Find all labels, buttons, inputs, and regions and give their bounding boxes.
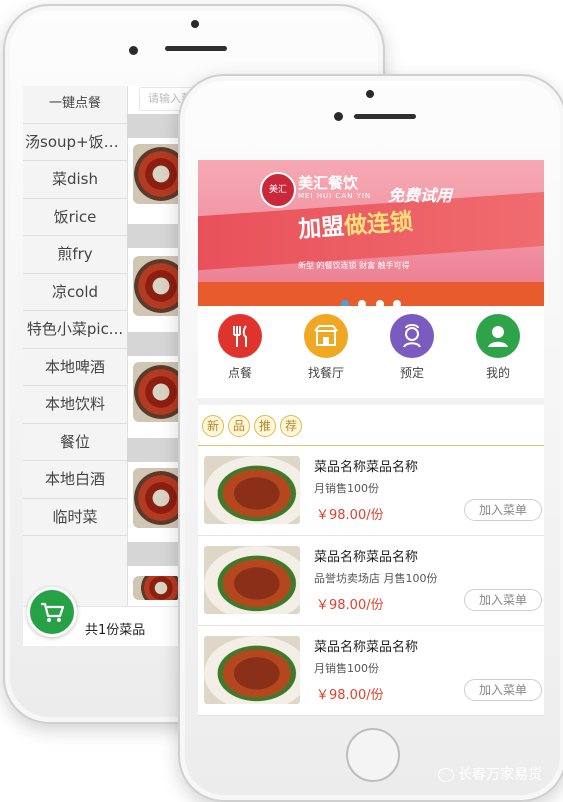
front-phone-screen: 美汇 美汇餐饮 MEI HUI CAN YIN 免费试用 加盟做连锁 新型 的餐… bbox=[198, 160, 544, 716]
front-camera bbox=[334, 112, 343, 121]
nav-find-restaurant[interactable]: 找餐厅 bbox=[286, 314, 366, 381]
dish-price: ￥98.00/份 bbox=[316, 688, 384, 703]
nav-order[interactable]: 点餐 bbox=[200, 314, 280, 381]
fork-knife-icon bbox=[218, 314, 262, 358]
earpiece-speaker bbox=[165, 46, 227, 51]
user-icon bbox=[476, 314, 520, 358]
dish-price: ￥98.00/份 bbox=[316, 598, 384, 613]
category-item[interactable]: 本地啤酒 bbox=[23, 349, 127, 386]
front-camera bbox=[129, 46, 138, 55]
category-item[interactable]: 凉cold bbox=[23, 274, 127, 311]
headline-part1: 加盟 bbox=[297, 213, 346, 243]
category-item[interactable]: 菜dish bbox=[23, 161, 127, 199]
quick-nav: 点餐 找餐厅 预定 我的 bbox=[198, 306, 544, 398]
shopping-cart-icon[interactable] bbox=[27, 587, 77, 637]
sensor-dot bbox=[191, 20, 199, 28]
dish-name: 菜品名称菜品名称 bbox=[314, 460, 419, 475]
wechat-icon bbox=[438, 768, 454, 782]
headline-part2: 做连锁 bbox=[343, 209, 414, 240]
add-to-menu-button[interactable]: 加入菜单 bbox=[464, 589, 542, 611]
sensor-dot bbox=[366, 90, 374, 98]
dish-image[interactable] bbox=[204, 546, 300, 614]
banner-brand-sub: MEI HUI CAN YIN bbox=[298, 192, 372, 200]
menu-list: 菜品名称菜品名称 月销售100份 ￥98.00/份 加入菜单 菜品名称菜品名称 … bbox=[198, 446, 544, 716]
category-item[interactable]: 特色小菜pic... bbox=[23, 311, 127, 349]
watermark-text: 长春万家易货 bbox=[458, 767, 542, 783]
new-dishes-section-title: 新品推荐 bbox=[198, 405, 544, 446]
banner-brand: 美汇餐饮 bbox=[298, 174, 359, 192]
carousel-dots bbox=[198, 293, 544, 306]
category-item[interactable]: 餐位 bbox=[23, 424, 127, 461]
nav-mine[interactable]: 我的 bbox=[458, 314, 538, 381]
section-title-char: 推 bbox=[254, 415, 276, 437]
dish-sales: 月销售100份 bbox=[314, 482, 379, 495]
section-title-char: 荐 bbox=[280, 415, 302, 437]
banner-tagline: 新型 的餐饮连锁 财富 触手可得 bbox=[298, 261, 410, 270]
watermark: 长春万家易货 bbox=[438, 764, 542, 784]
cart-summary: 共1份菜品 bbox=[85, 623, 146, 638]
list-item[interactable]: 菜品名称菜品名称 月销售100份 ￥98.00/份 加入菜单 bbox=[198, 446, 544, 536]
dish-name: 菜品名称菜品名称 bbox=[314, 550, 419, 565]
category-item[interactable]: 汤soup+饭+... bbox=[23, 124, 127, 161]
promo-banner[interactable]: 美汇 美汇餐饮 MEI HUI CAN YIN 免费试用 加盟做连锁 新型 的餐… bbox=[198, 160, 544, 306]
restaurant-icon bbox=[304, 314, 348, 358]
add-to-menu-button[interactable]: 加入菜单 bbox=[464, 499, 542, 521]
category-item[interactable]: 本地白酒 bbox=[23, 461, 127, 499]
dish-price: ￥98.00/份 bbox=[316, 508, 384, 523]
earpiece-speaker bbox=[354, 114, 416, 119]
category-item[interactable]: 本地饮料 bbox=[23, 386, 127, 424]
chef-icon bbox=[390, 314, 434, 358]
dish-sales: 品誉坊卖场店 月售100份 bbox=[314, 572, 438, 585]
home-button[interactable] bbox=[346, 728, 400, 782]
section-title-char: 新 bbox=[202, 415, 224, 437]
category-item[interactable]: 煎fry bbox=[23, 236, 127, 274]
nav-reserve-label: 预定 bbox=[399, 366, 424, 380]
category-item[interactable]: 饭rice bbox=[23, 199, 127, 236]
section-title-char: 品 bbox=[228, 415, 250, 437]
front-phone-frame: 美汇 美汇餐饮 MEI HUI CAN YIN 免费试用 加盟做连锁 新型 的餐… bbox=[178, 74, 563, 802]
category-sidebar: 一键点餐 汤soup+饭+... 菜dish 饭rice 煎fry 凉cold … bbox=[23, 86, 128, 646]
cart-glyph-icon bbox=[41, 602, 65, 622]
add-to-menu-button[interactable]: 加入菜单 bbox=[464, 679, 542, 701]
dish-image[interactable] bbox=[204, 456, 300, 524]
dish-image[interactable] bbox=[204, 636, 300, 704]
nav-mine-label: 我的 bbox=[485, 366, 510, 380]
nav-order-label: 点餐 bbox=[227, 366, 252, 380]
list-item[interactable]: 菜品名称菜品名称 月销售100份 ￥98.00/份 加入菜单 bbox=[198, 626, 544, 716]
dish-name: 菜品名称菜品名称 bbox=[314, 640, 419, 655]
list-item[interactable]: 菜品名称菜品名称 品誉坊卖场店 月售100份 ￥98.00/份 加入菜单 bbox=[198, 536, 544, 626]
nav-find-restaurant-label: 找餐厅 bbox=[307, 366, 344, 380]
dish-sales: 月销售100份 bbox=[314, 662, 379, 675]
category-item[interactable]: 一键点餐 bbox=[23, 86, 127, 124]
brand-logo: 美汇 bbox=[260, 172, 296, 208]
category-item[interactable]: 临时菜 bbox=[23, 499, 127, 536]
nav-reserve[interactable]: 预定 bbox=[372, 314, 452, 381]
